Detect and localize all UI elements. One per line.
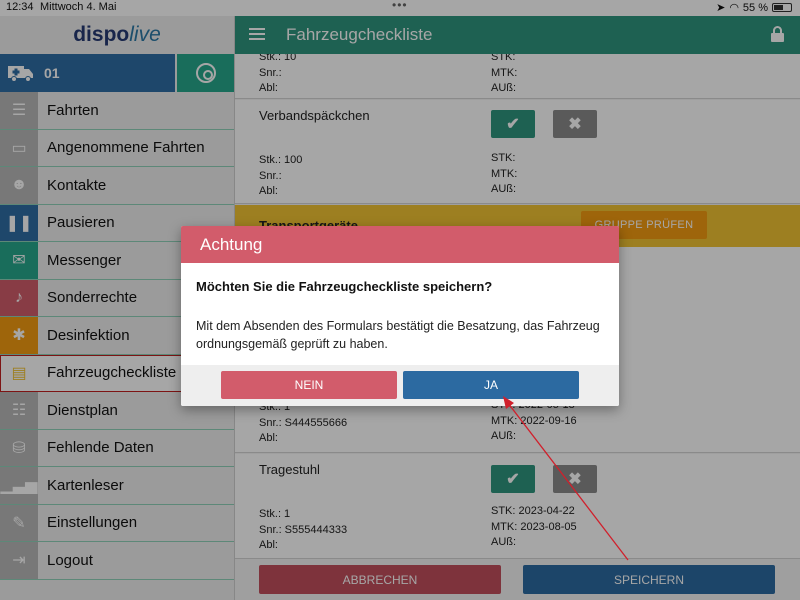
dialog-no-button[interactable]: NEIN [221, 371, 397, 399]
dialog-question: Möchten Sie die Fahrzeugcheckliste speic… [196, 279, 493, 294]
dialog-title: Achtung [181, 226, 619, 263]
dialog-yes-button[interactable]: JA [403, 371, 579, 399]
dialog-footer: NEIN JA [181, 365, 619, 406]
dialog-message: Mit dem Absenden des Formulars bestätigt… [196, 319, 600, 351]
confirm-dialog: Achtung Möchten Sie die Fahrzeugchecklis… [181, 226, 619, 406]
